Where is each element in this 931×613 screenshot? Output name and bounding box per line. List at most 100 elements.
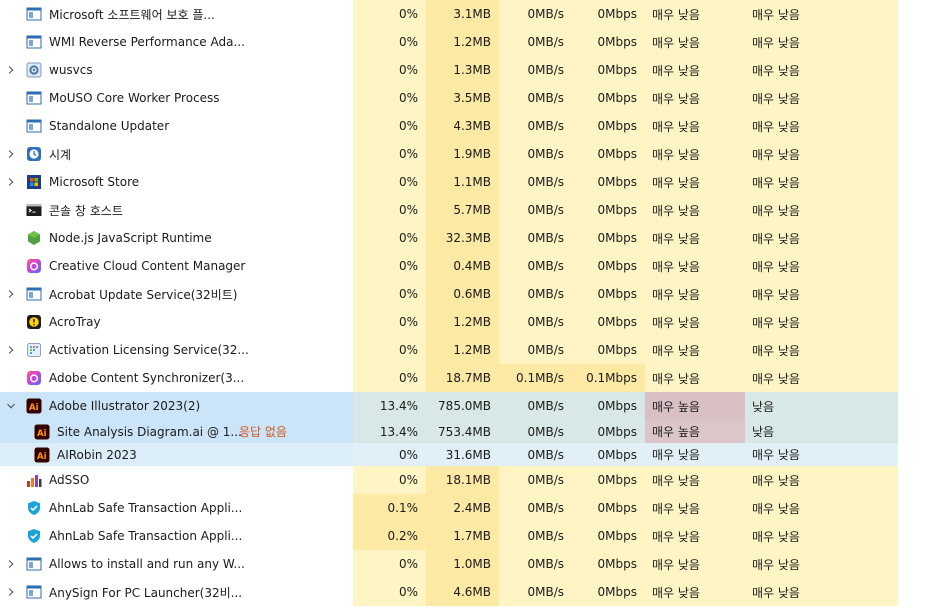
- process-name-cell[interactable]: Ai Site Analysis Diagram.ai @ 1... 응답 없음: [0, 420, 353, 443]
- power-usage-value: 매우 낮음: [645, 550, 745, 578]
- power-usage-value: 매우 낮음: [645, 140, 745, 168]
- process-name-cell[interactable]: Node.js JavaScript Runtime: [0, 224, 353, 252]
- process-row[interactable]: Node.js JavaScript Runtime 0% 32.3MB 0MB/s 0…: [0, 224, 931, 252]
- disk-value: 0MB/s: [499, 28, 572, 56]
- process-name-cell[interactable]: WMI Reverse Performance Ada...: [0, 28, 353, 56]
- ahnlab-shield-icon: [26, 528, 42, 544]
- process-name: AnySign For PC Launcher(32비...: [49, 585, 243, 600]
- process-row[interactable]: Microsoft Store 0% 1.1MB 0MB/s 0Mbps 매우 낮음 매우 …: [0, 168, 931, 196]
- network-value: 0.1Mbps: [572, 364, 645, 392]
- process-name-cell[interactable]: Microsoft Store: [0, 168, 353, 196]
- process-name-cell[interactable]: AcroTray: [0, 308, 353, 336]
- process-name-cell[interactable]: Activation Licensing Service(32...: [0, 336, 353, 364]
- cpu-value: 0%: [353, 550, 426, 578]
- disk-value: 0MB/s: [499, 550, 572, 578]
- disk-value: 0.1MB/s: [499, 364, 572, 392]
- process-row[interactable]: Activation Licensing Service(32... 0% 1.2M…: [0, 336, 931, 364]
- process-row[interactable]: 콘솔 창 호스트 0% 5.7MB 0MB/s 0Mbps 매우 낮음 매우 낮음: [0, 196, 931, 224]
- process-name-cell[interactable]: AnySign For PC Launcher(32비...: [0, 578, 353, 606]
- cpu-value: 0%: [353, 112, 426, 140]
- process-row[interactable]: Adobe Content Synchronizer(3... 0% 18.7MB 0…: [0, 364, 931, 392]
- clock-icon: [26, 146, 42, 162]
- disk-value: 0MB/s: [499, 494, 572, 522]
- process-name-cell[interactable]: 시계: [0, 140, 353, 168]
- process-name: WMI Reverse Performance Ada...: [49, 35, 245, 49]
- svg-text:Ai: Ai: [37, 451, 47, 461]
- process-name-cell[interactable]: Ai Adobe Illustrator 2023(2): [0, 392, 353, 420]
- illustrator-icon: Ai: [26, 398, 42, 414]
- process-name-cell[interactable]: 콘솔 창 호스트: [0, 196, 353, 224]
- process-name: Microsoft 소프트웨어 보호 플...: [49, 7, 215, 22]
- process-name-cell[interactable]: Acrobat Update Service(32비트): [0, 280, 353, 308]
- process-row[interactable]: 시계 0% 1.9MB 0MB/s 0Mbps 매우 낮음 매우 낮음: [0, 140, 931, 168]
- network-value: 0Mbps: [572, 280, 645, 308]
- disk-value: 0MB/s: [499, 336, 572, 364]
- process-name-cell[interactable]: MoUSO Core Worker Process: [0, 84, 353, 112]
- disk-value: 0MB/s: [499, 466, 572, 494]
- process-name-cell[interactable]: Ai AIRobin 2023: [0, 443, 353, 466]
- process-name-cell[interactable]: Allows to install and run any W...: [0, 550, 353, 578]
- process-name-cell[interactable]: Creative Cloud Content Manager: [0, 252, 353, 280]
- expand-chevron-icon[interactable]: [0, 280, 22, 308]
- process-name-cell[interactable]: Adobe Content Synchronizer(3...: [0, 364, 353, 392]
- not-responding-status: 응답 없음: [239, 425, 287, 439]
- process-name: AhnLab Safe Transaction Appli...: [49, 529, 243, 543]
- process-name-cell[interactable]: wusvcs: [0, 56, 353, 84]
- process-row[interactable]: wusvcs 0% 1.3MB 0MB/s 0Mbps 매우 낮음 매우 낮음: [0, 56, 931, 84]
- process-row[interactable]: Creative Cloud Content Manager 0% 0.4MB 0MB…: [0, 252, 931, 280]
- store-icon: [26, 174, 42, 190]
- process-name-cell[interactable]: AhnLab Safe Transaction Appli...: [0, 494, 353, 522]
- power-trend-value: 매우 낮음: [745, 336, 898, 364]
- process-name-cell[interactable]: AdSSO: [0, 466, 353, 494]
- process-row[interactable]: Ai Adobe Illustrator 2023(2) 13.4% 785.0MB 0…: [0, 392, 931, 420]
- network-value: 0Mbps: [572, 420, 645, 443]
- disk-value: 0MB/s: [499, 84, 572, 112]
- svg-text:Ai: Ai: [37, 428, 47, 438]
- ahnlab-shield-icon: [26, 500, 42, 516]
- creative-cloud-icon: [26, 258, 42, 274]
- process-row[interactable]: Microsoft 소프트웨어 보호 플... 0% 3.1MB 0MB/s 0Mbps…: [0, 0, 931, 28]
- expand-chevron-icon[interactable]: [0, 168, 22, 196]
- process-row[interactable]: AnySign For PC Launcher(32비... 0% 4.6MB 0MB…: [0, 578, 931, 606]
- expand-chevron-icon[interactable]: [0, 336, 22, 364]
- network-value: 0Mbps: [572, 466, 645, 494]
- expand-chevron-icon[interactable]: [0, 140, 22, 168]
- power-usage-value: 매우 낮음: [645, 336, 745, 364]
- power-trend-value: 매우 낮음: [745, 84, 898, 112]
- process-name-cell[interactable]: Standalone Updater: [0, 112, 353, 140]
- process-row[interactable]: AhnLab Safe Transaction Appli... 0.1% 2.4M…: [0, 494, 931, 522]
- disk-value: 0MB/s: [499, 578, 572, 606]
- process-row[interactable]: AdSSO 0% 18.1MB 0MB/s 0Mbps 매우 낮음 매우 낮음: [0, 466, 931, 494]
- memory-value: 1.7MB: [426, 522, 499, 550]
- nodejs-icon: [26, 230, 42, 246]
- collapse-chevron-icon[interactable]: [0, 392, 22, 420]
- cpu-value: 0%: [353, 0, 426, 28]
- power-trend-value: 매우 낮음: [745, 224, 898, 252]
- memory-value: 1.2MB: [426, 308, 499, 336]
- expand-chevron-icon[interactable]: [0, 56, 22, 84]
- process-row[interactable]: Standalone Updater 0% 4.3MB 0MB/s 0Mbps 매우 낮음…: [0, 112, 931, 140]
- power-usage-value: 매우 낮음: [645, 364, 745, 392]
- expand-chevron-icon[interactable]: [0, 578, 22, 606]
- adsso-icon: [26, 472, 42, 488]
- disk-value: 0MB/s: [499, 196, 572, 224]
- process-name-cell[interactable]: AhnLab Safe Transaction Appli...: [0, 522, 353, 550]
- disk-value: 0MB/s: [499, 0, 572, 28]
- expand-chevron-icon[interactable]: [0, 550, 22, 578]
- acrotray-icon: [26, 314, 42, 330]
- process-name-cell[interactable]: Microsoft 소프트웨어 보호 플...: [0, 0, 353, 28]
- cpu-value: 0%: [353, 56, 426, 84]
- process-row[interactable]: Allows to install and run any W... 0% 1.0M…: [0, 550, 931, 578]
- child-process-row[interactable]: Ai Site Analysis Diagram.ai @ 1... 응답 없음 13…: [0, 420, 931, 443]
- console-icon: [26, 202, 42, 218]
- power-trend-value: 매우 낮음: [745, 28, 898, 56]
- power-trend-value: 낮음: [745, 392, 898, 420]
- child-process-row[interactable]: Ai AIRobin 2023 0% 31.6MB 0MB/s 0Mbps 매우 낮음 매우 …: [0, 443, 931, 466]
- process-row[interactable]: MoUSO Core Worker Process 0% 3.5MB 0MB/s 0Mb…: [0, 84, 931, 112]
- process-row[interactable]: AhnLab Safe Transaction Appli... 0.2% 1.7M…: [0, 522, 931, 550]
- process-row[interactable]: AcroTray 0% 1.2MB 0MB/s 0Mbps 매우 낮음 매우 낮음: [0, 308, 931, 336]
- disk-value: 0MB/s: [499, 443, 572, 466]
- process-row[interactable]: WMI Reverse Performance Ada... 0% 1.2MB 0MB…: [0, 28, 931, 56]
- illustrator-icon: Ai: [34, 424, 50, 440]
- process-row[interactable]: Acrobat Update Service(32비트) 0% 0.6MB 0MB/s…: [0, 280, 931, 308]
